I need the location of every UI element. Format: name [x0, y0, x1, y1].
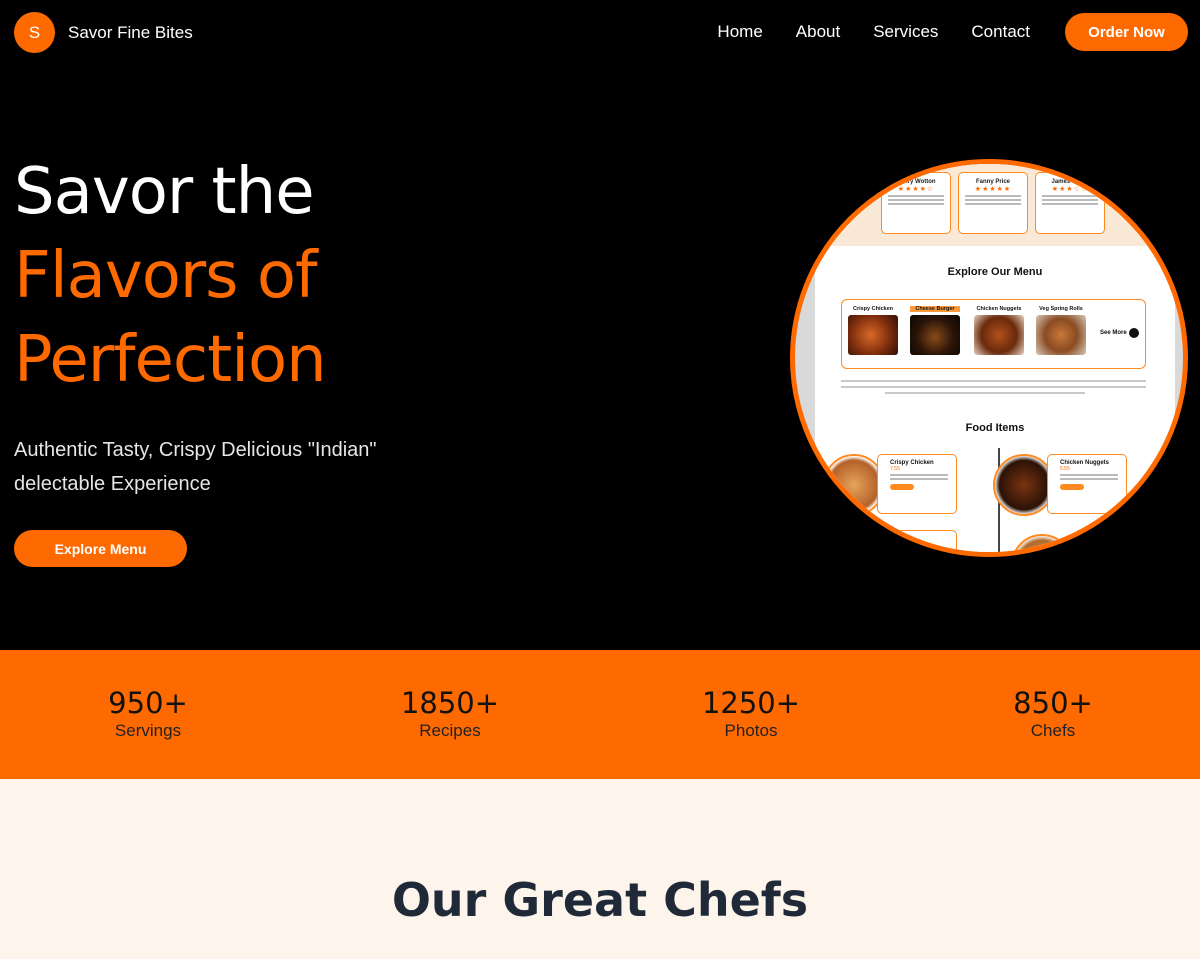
stat-recipes: 1850+ Recipes: [350, 686, 550, 742]
nav-services[interactable]: Services: [873, 22, 938, 42]
preview-reviews: Henry Wotton ★★★★☆ Fanny Price ★★★★★ Jam…: [815, 164, 1175, 246]
preview-food-card: Chicken Nuggets 5.55: [1047, 454, 1127, 514]
stat-value: 1850+: [400, 686, 500, 720]
explore-menu-button[interactable]: Explore Menu: [14, 530, 187, 567]
preview-food-card: Pizza: [877, 530, 957, 552]
review-card: James Smith ★★★☆☆: [1035, 172, 1105, 234]
preview-menu-item: Cheese Burger: [910, 306, 960, 355]
nav-home[interactable]: Home: [717, 22, 762, 42]
order-now-button[interactable]: Order Now: [1065, 13, 1188, 51]
review-card: Henry Wotton ★★★★☆: [881, 172, 951, 234]
preview-menu-item: Chicken Nuggets: [974, 306, 1024, 355]
stat-value: 850+: [1013, 686, 1093, 720]
preview-food-heading: Food Items: [965, 422, 1025, 434]
review-stars: ★★★★★: [974, 186, 1012, 193]
food-plate-image: [823, 454, 885, 516]
preview-page: Henry Wotton ★★★★☆ Fanny Price ★★★★★ Jam…: [815, 164, 1175, 552]
stat-servings: 950+ Servings: [48, 686, 248, 742]
nav-contact[interactable]: Contact: [971, 22, 1030, 42]
hero-title-line3: Perfection: [14, 323, 327, 397]
preview-menu-box: Crispy Chicken Cheese Burger Chicken Nug…: [841, 299, 1146, 369]
food-name: Pizza: [890, 536, 906, 542]
review-stars: ★★★☆☆: [1051, 186, 1089, 193]
review-stars: ★★★★☆: [897, 186, 935, 193]
stat-value: 950+: [108, 686, 188, 720]
hero-subtitle: Authentic Tasty, Crispy Delicious "India…: [14, 439, 377, 495]
preview-menu-heading: Explore Our Menu: [947, 266, 1043, 278]
brand-name[interactable]: Savor Fine Bites: [68, 23, 193, 43]
hero-title-line1: Savor the: [14, 155, 315, 229]
stat-label: Servings: [114, 721, 182, 740]
stats-bar: 950+ Servings 1850+ Recipes 1250+ Photos…: [0, 650, 1200, 779]
stat-label: Photos: [724, 721, 778, 740]
preview-menu-item: Veg Spring Rolls: [1036, 306, 1086, 355]
chefs-section: Our Great Chefs: [0, 779, 1200, 959]
preview-menu-item: Crispy Chicken: [848, 306, 898, 355]
food-price: 5.55: [1060, 466, 1070, 472]
stat-photos: 1250+ Photos: [651, 686, 851, 742]
review-card: Fanny Price ★★★★★: [958, 172, 1028, 234]
stat-label: Recipes: [419, 721, 481, 740]
hero-preview-image: Henry Wotton ★★★★☆ Fanny Price ★★★★★ Jam…: [790, 159, 1188, 557]
stat-value: 1250+: [701, 686, 801, 720]
top-nav: S Savor Fine Bites Home About Services C…: [0, 0, 1200, 65]
preview-food-card: Crispy Chicken 7.55: [877, 454, 957, 514]
hero-title: Savor the Flavors of Perfection: [14, 155, 327, 397]
menu-item-name: Cheese Burger: [910, 306, 960, 312]
arrow-right-icon: [1129, 328, 1139, 338]
hero-title-line2: Flavors of: [14, 239, 318, 313]
food-plate-image: [993, 454, 1055, 516]
menu-item-name: Crispy Chicken: [852, 306, 894, 312]
logo-icon[interactable]: S: [14, 12, 55, 53]
preview-see-more: See More: [1100, 330, 1127, 336]
menu-item-name: Veg Spring Rolls: [1039, 306, 1083, 312]
menu-item-name: Chicken Nuggets: [976, 306, 1022, 312]
nav-links: Home About Services Contact: [717, 22, 1030, 42]
food-plate-image: [1011, 534, 1073, 552]
stat-chefs: 850+ Chefs: [953, 686, 1153, 742]
stat-label: Chefs: [1030, 721, 1076, 740]
food-price: 7.55: [890, 466, 900, 472]
nav-about[interactable]: About: [796, 22, 840, 42]
chefs-title: Our Great Chefs: [391, 873, 809, 927]
